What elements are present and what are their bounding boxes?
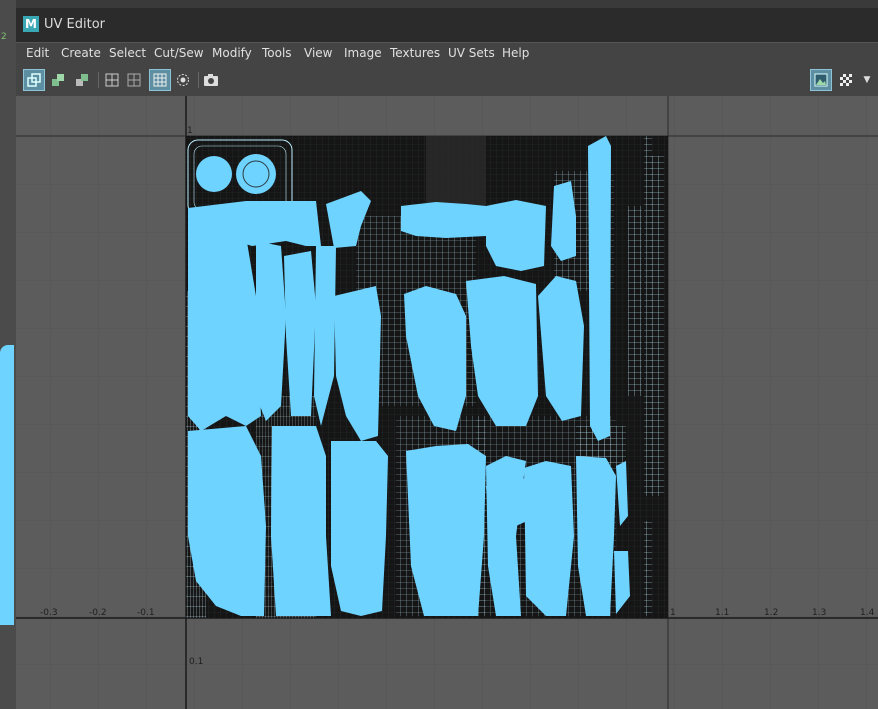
- u-tick-neg-0.3: -0.3: [40, 608, 58, 618]
- menu-select[interactable]: Select: [109, 46, 146, 60]
- top-gap: [16, 0, 878, 8]
- grid-alt-icon[interactable]: [124, 70, 144, 90]
- title-bar: M UV Editor: [16, 8, 878, 42]
- toolbar-separator: [198, 72, 199, 88]
- u-tick-1.2: 1.2: [764, 608, 778, 618]
- u-tick-neg-0.2: -0.2: [89, 608, 107, 618]
- menu-modify[interactable]: Modify: [212, 46, 252, 60]
- dropdown-arrow-icon[interactable]: ▼: [857, 70, 877, 90]
- u-tick-1.3: 1.3: [812, 608, 826, 618]
- menu-edit[interactable]: Edit: [26, 46, 49, 60]
- menu-uv-sets[interactable]: UV Sets: [448, 46, 495, 60]
- circle-pivot-icon[interactable]: [173, 70, 193, 90]
- toolbar-separator: [98, 72, 99, 88]
- uv-face-icon[interactable]: [72, 70, 92, 90]
- toolbar: ▼: [16, 64, 878, 96]
- uv-vertex-icon[interactable]: [48, 70, 68, 90]
- menu-create[interactable]: Create: [61, 46, 101, 60]
- checker-icon[interactable]: [836, 70, 856, 90]
- u-tick-1: 1: [670, 608, 676, 618]
- u-tick-1.4: 1.4: [860, 608, 875, 618]
- u-tick-neg-0.1: -0.1: [137, 608, 155, 618]
- menu-cut-sew[interactable]: Cut/Sew: [154, 46, 204, 60]
- left-mesh-preview: [0, 345, 14, 625]
- menu-image[interactable]: Image: [344, 46, 382, 60]
- left-viewport-strip: 2: [0, 0, 16, 709]
- menu-tools[interactable]: Tools: [262, 46, 292, 60]
- uv-viewport[interactable]: -0.3 -0.2 -0.1 1 1.1 1.2 1.3 1.4 1 0.1: [16, 96, 878, 709]
- menu-bar: Edit Create Select Cut/Sew Modify Tools …: [16, 42, 878, 65]
- v-tick-1: 1: [187, 126, 193, 136]
- camera-snapshot-icon[interactable]: [201, 70, 221, 90]
- grid-snap-icon[interactable]: [149, 69, 171, 91]
- u-tick-1.1: 1.1: [715, 608, 729, 618]
- menu-textures[interactable]: Textures: [390, 46, 440, 60]
- left-strip-label: 2: [1, 32, 7, 42]
- maya-app-icon: M: [23, 16, 39, 32]
- v-tick-neg-0.1: 0.1: [189, 657, 203, 667]
- image-display-icon[interactable]: [810, 69, 832, 91]
- window-title: UV Editor: [44, 17, 106, 32]
- uv-shell-icon[interactable]: [23, 69, 45, 91]
- menu-help[interactable]: Help: [502, 46, 529, 60]
- grid-icon[interactable]: [102, 70, 122, 90]
- menu-view[interactable]: View: [304, 46, 332, 60]
